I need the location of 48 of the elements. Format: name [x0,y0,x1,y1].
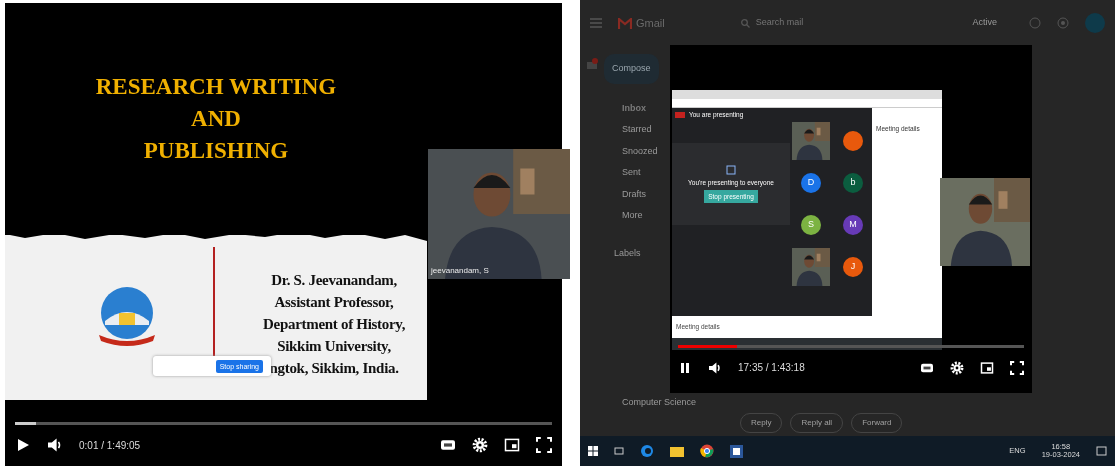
folder-icon[interactable] [670,445,684,457]
participant-avatar: D [801,173,821,193]
speaker-text: Sikkim University, [277,337,391,356]
record-icon [675,111,685,118]
speaker-text: Dr. S. Jeevanandam, [271,271,397,290]
start-icon[interactable] [588,446,598,456]
volume-icon[interactable] [47,437,63,453]
miniplayer-icon[interactable] [504,437,520,453]
search-icon [740,18,750,28]
speaker-text: ngtok, Sikkim, India. [269,359,399,378]
slide-title: PUBLISHING [142,137,290,165]
label-item[interactable]: Computer Science [604,396,697,410]
time-display: 0:01 / 1:49:05 [79,438,141,453]
document-icon[interactable] [730,444,743,458]
status-indicator[interactable]: Active [972,16,997,30]
captions-icon[interactable] [440,437,456,453]
speaker-text: Assistant Professor, [274,293,394,312]
participant-avatar: b [843,173,863,193]
present-icon [726,165,736,176]
task-view-icon[interactable] [614,446,624,456]
time-display: 17:35 / 1:43:18 [738,361,805,375]
chrome-icon[interactable] [700,444,714,458]
compose-button[interactable]: Compose [604,54,659,84]
nav-item[interactable]: Starred [604,123,652,137]
nav-item[interactable]: More [604,209,643,223]
participant-name: jeevanandam, S [431,265,489,277]
mail-logo-icon [618,17,632,29]
search-field[interactable]: Search mail [753,15,904,31]
participant-avatar: J [843,257,863,277]
volume-icon[interactable] [708,360,722,375]
miniplayer-icon[interactable] [980,360,994,375]
labels-heading: Labels [613,246,641,260]
app-name: Gmail [636,15,665,31]
speaker-text: Department of History, [263,315,406,334]
play-icon[interactable] [15,437,31,453]
nav-item[interactable]: Snoozed [604,144,658,158]
slide-title: RESEARCH WRITING [94,73,338,101]
nav-item[interactable]: Sent [604,166,641,180]
fullscreen-icon[interactable] [1010,360,1024,375]
browser-icon[interactable] [640,444,654,458]
fullscreen-icon[interactable] [536,437,552,453]
nav-item[interactable]: Drafts [604,187,646,201]
nav-item[interactable]: Inbox [604,101,646,115]
slide-title: AND [190,105,242,133]
participant-avatar: M [843,215,863,235]
progress-bar[interactable] [15,422,37,425]
pause-icon[interactable] [678,360,692,375]
participant-avatar: S [801,215,821,235]
